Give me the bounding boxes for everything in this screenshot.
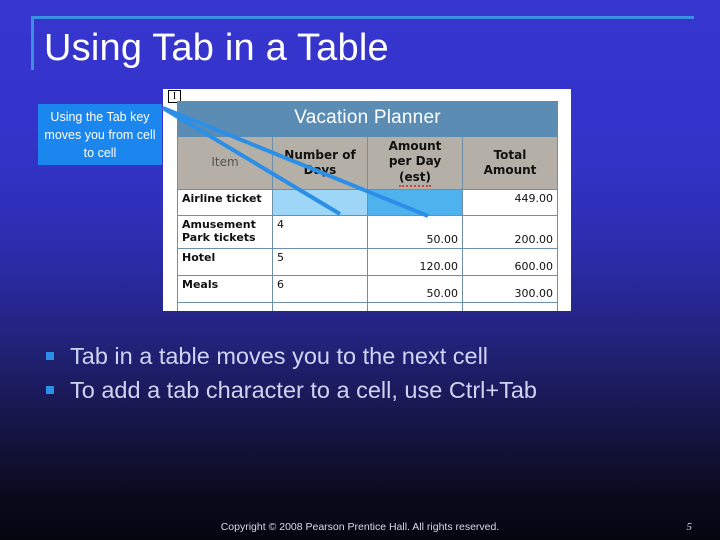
cell-days-selected[interactable] (272, 189, 368, 217)
table-header-row: Item Number of Days Amount per Day (est)… (177, 135, 558, 191)
list-item: To add a tab character to a cell, use Ct… (46, 377, 686, 404)
page-title: Using Tab in a Table (44, 27, 389, 69)
column-header-amount-line1: Amount (388, 139, 442, 153)
cell-amount[interactable] (367, 302, 463, 311)
title-vertical-rule (31, 16, 34, 70)
cell-item[interactable] (177, 302, 273, 311)
table-row: Hotel 5 120.00 600.00 (177, 248, 558, 277)
footer-copyright: Copyright © 2008 Pearson Prentice Hall. … (220, 521, 500, 533)
cell-total[interactable]: 300.00 (462, 275, 558, 304)
cell-total[interactable]: 600.00 (462, 248, 558, 277)
column-header-item: Item (177, 135, 273, 191)
list-item: Tab in a table moves you to the next cel… (46, 343, 686, 370)
cell-amount[interactable]: 50.00 (367, 215, 463, 250)
cell-total[interactable]: 200.00 (462, 215, 558, 250)
column-header-days: Number of Days (272, 135, 368, 191)
cell-days[interactable]: 6 (272, 275, 368, 304)
column-header-days-line1: Number of (284, 147, 356, 162)
column-header-days-line2: Days (303, 163, 337, 178)
cell-amount[interactable]: 120.00 (367, 248, 463, 277)
vacation-planner-table: Vacation Planner Item Number of Days Amo… (177, 101, 558, 311)
column-header-total-line1: Total (493, 147, 527, 162)
table-row: Airline ticket 449.00 (177, 189, 558, 217)
cell-amount-selected[interactable] (367, 189, 463, 217)
cell-total[interactable]: 449.00 (462, 189, 558, 217)
table-row-partial (177, 302, 558, 311)
table-title-row: Vacation Planner (177, 101, 558, 137)
table-title: Vacation Planner (177, 101, 558, 137)
cell-item[interactable]: Hotel (177, 248, 273, 277)
table-row: Amusement Park tickets 4 50.00 200.00 (177, 215, 558, 250)
column-header-amount-line3: (est) (399, 170, 431, 188)
callout-box: Using the Tab key moves you from cell to… (38, 104, 162, 165)
bullet-square-icon (46, 386, 54, 394)
slide-canvas: Using Tab in a Table I Vacation Planner … (0, 0, 720, 540)
title-horizontal-rule (32, 16, 694, 19)
cell-days[interactable] (272, 302, 368, 311)
cell-item[interactable]: Airline ticket (177, 189, 273, 217)
cell-days[interactable]: 5 (272, 248, 368, 277)
table-row: Meals 6 50.00 300.00 (177, 275, 558, 304)
column-header-total-line2: Amount (483, 163, 537, 178)
cell-total[interactable] (462, 302, 558, 311)
cell-item[interactable]: Meals (177, 275, 273, 304)
cell-amount[interactable]: 50.00 (367, 275, 463, 304)
column-header-amount-line2: per Day (388, 154, 442, 169)
bullet-text: To add a tab character to a cell, use Ct… (70, 377, 537, 403)
column-header-total-amount: Total Amount (462, 135, 558, 191)
column-header-amount-per-day: Amount per Day (est) (367, 135, 463, 191)
cell-days[interactable]: 4 (272, 215, 368, 250)
footer-page-number: 5 (686, 521, 693, 533)
bullet-square-icon (46, 352, 54, 360)
cell-item[interactable]: Amusement Park tickets (177, 215, 273, 250)
bullet-text: Tab in a table moves you to the next cel… (70, 343, 489, 369)
word-screenshot-image: I Vacation Planner Item Number of Days A… (163, 89, 571, 311)
bullet-list: Tab in a table moves you to the next cel… (46, 343, 686, 411)
